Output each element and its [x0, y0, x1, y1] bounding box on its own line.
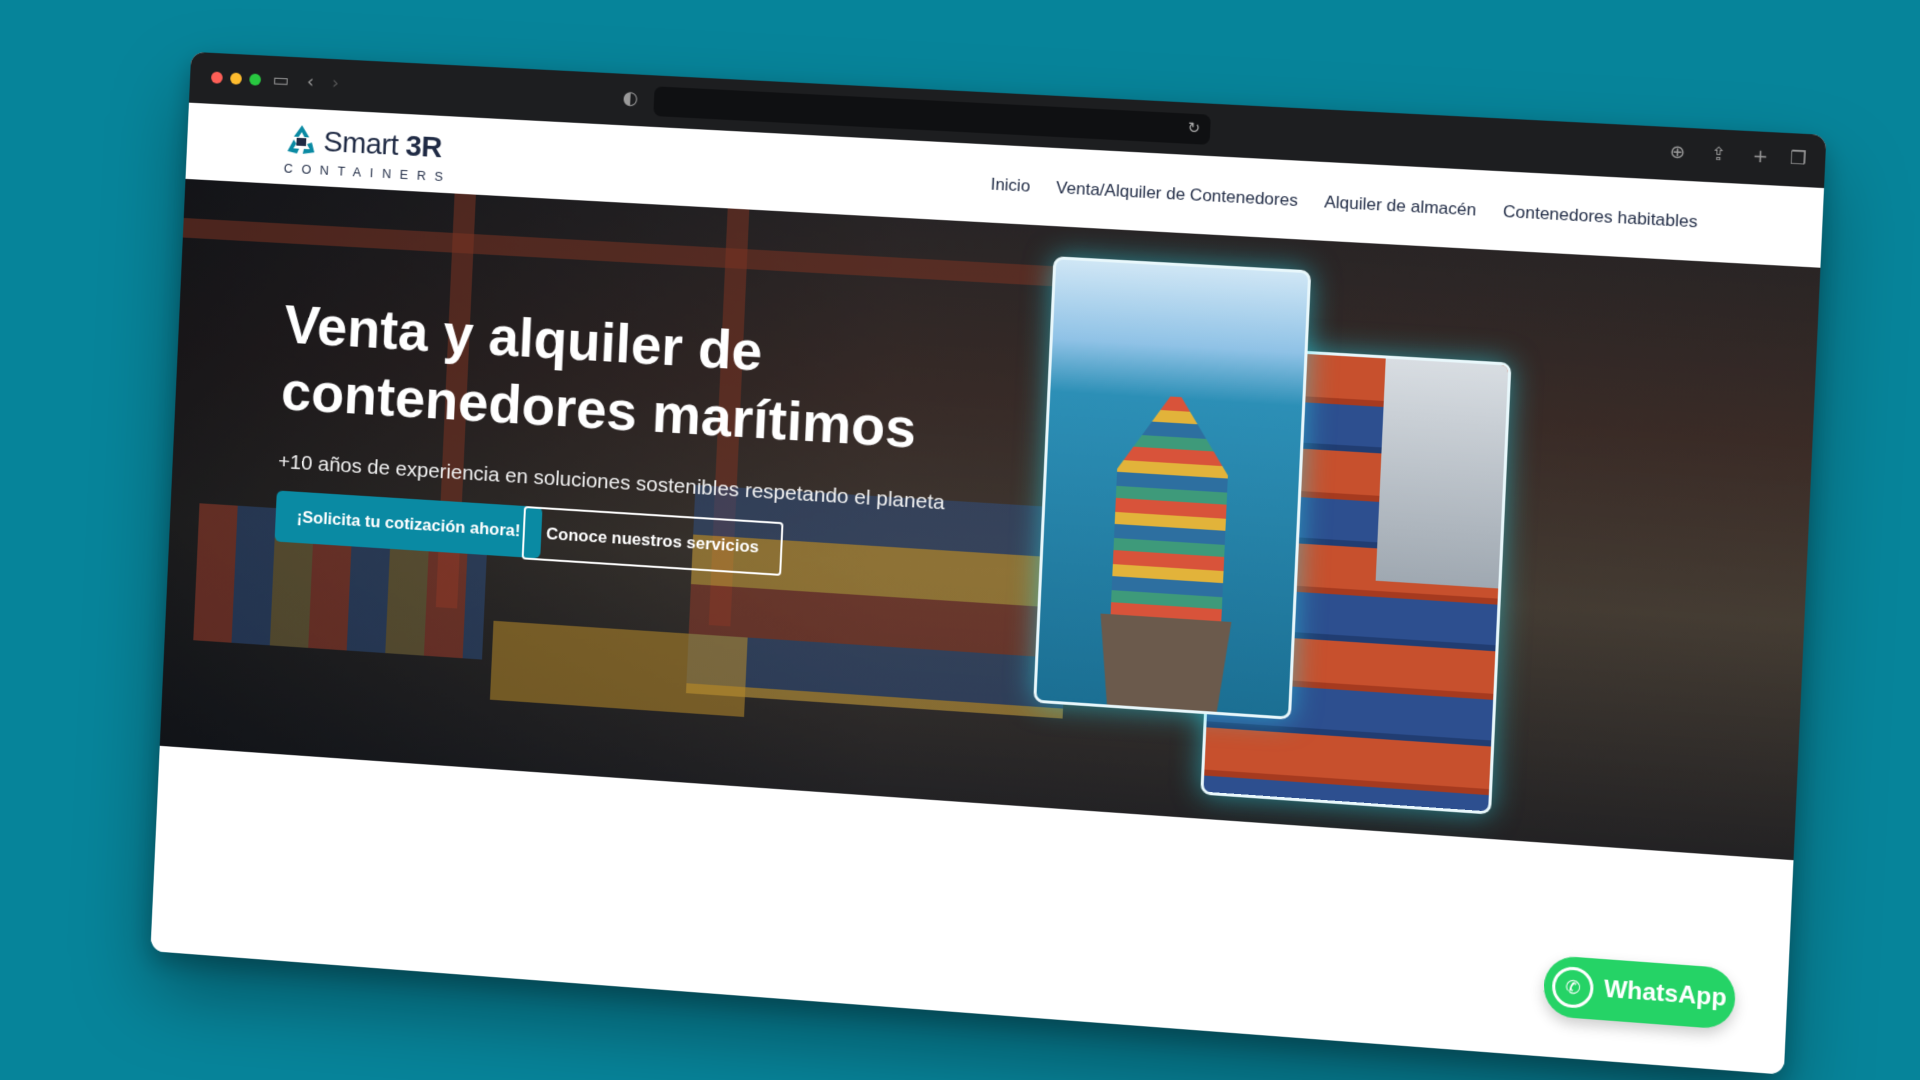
nav-item-venta-alquiler[interactable]: Venta/Alquiler de Contenedores [1056, 178, 1299, 211]
main-nav: Inicio Venta/Alquiler de Contenedores Al… [990, 175, 1698, 233]
close-window-icon[interactable] [211, 71, 223, 83]
new-tab-icon[interactable]: + [1752, 147, 1769, 168]
tabs-icon[interactable]: ❐ [1789, 148, 1807, 169]
browser-window: ▭ ‹ › ◐ ↻ ⊕ ⇪ + ❐ Smart 3R CONTAINERS In… [150, 52, 1826, 1075]
logo-wordmark: Smart 3R [323, 125, 443, 165]
sidebar-icon[interactable]: ▭ [272, 71, 289, 91]
logo-strong: 3R [405, 130, 443, 164]
nav-item-almacen[interactable]: Alquiler de almacén [1324, 192, 1477, 220]
back-icon[interactable]: ‹ [306, 72, 314, 92]
shield-icon[interactable]: ◐ [622, 89, 638, 110]
nav-item-inicio[interactable]: Inicio [990, 175, 1031, 197]
forward-icon[interactable]: › [331, 74, 339, 94]
crane-beam [183, 218, 1063, 287]
whatsapp-icon: ✆ [1551, 966, 1594, 1010]
recycle-logo-icon [282, 121, 320, 158]
download-icon[interactable]: ⊕ [1669, 142, 1686, 163]
window-controls [211, 71, 261, 85]
logo-word: Smart [323, 125, 399, 161]
hero-title: Venta y alquiler de contenedores marítim… [280, 290, 1030, 469]
ship-photo-card [1033, 256, 1311, 720]
minimize-window-icon[interactable] [230, 72, 242, 84]
hero-section: Venta y alquiler de contenedores marítim… [160, 179, 1821, 860]
reload-icon[interactable]: ↻ [1187, 119, 1200, 138]
maximize-window-icon[interactable] [249, 73, 261, 85]
screenshot-scene: ▭ ‹ › ◐ ↻ ⊕ ⇪ + ❐ Smart 3R CONTAINERS In… [0, 0, 1920, 1080]
share-icon[interactable]: ⇪ [1711, 144, 1728, 165]
nav-item-habitables[interactable]: Contenedores habitables [1502, 202, 1698, 233]
sky-area [1376, 359, 1509, 589]
truck-trailer [490, 621, 748, 717]
whatsapp-label: WhatsApp [1603, 975, 1727, 1013]
ship-hull [1096, 614, 1231, 713]
